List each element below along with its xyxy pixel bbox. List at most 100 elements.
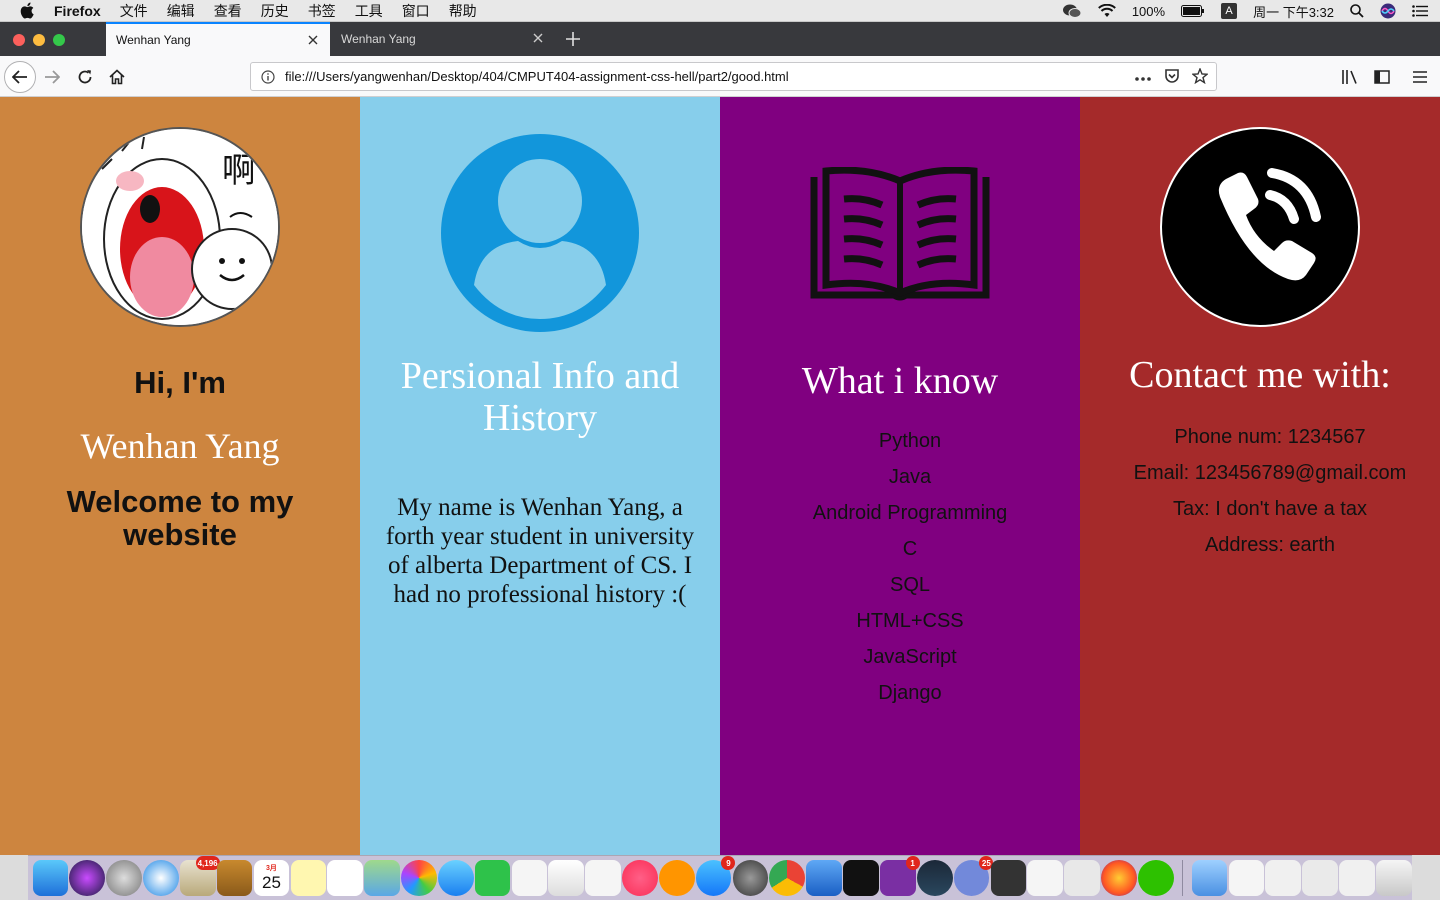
tab-active[interactable]: Wenhan Yang (106, 22, 330, 56)
menu-history[interactable]: 历史 (261, 1, 289, 21)
menu-edit[interactable]: 编辑 (167, 1, 195, 21)
messages-icon[interactable] (437, 860, 474, 896)
site-info-icon[interactable] (261, 69, 275, 84)
books-icon[interactable] (658, 860, 695, 896)
chrome-icon[interactable] (769, 860, 806, 896)
tab-title: Wenhan Yang (116, 33, 191, 47)
menu-window[interactable]: 窗口 (402, 1, 430, 21)
wechat-status-icon[interactable] (1062, 3, 1082, 19)
contact-email: Email: 123456789@gmail.com (1133, 462, 1407, 484)
mail-icon[interactable]: 4,196 (179, 856, 220, 896)
reload-button[interactable] (75, 67, 95, 87)
menu-file[interactable]: 文件 (120, 1, 148, 21)
keynote-icon[interactable] (585, 860, 621, 896)
launchpad-icon[interactable] (106, 860, 142, 896)
back-button[interactable] (4, 61, 36, 93)
menu-view[interactable]: 查看 (214, 1, 242, 21)
contact-column: Contact me with: Phone num: 1234567 Emai… (1080, 97, 1440, 855)
page-actions-icon[interactable] (1134, 70, 1152, 85)
home-button[interactable] (107, 67, 127, 87)
screenshot-stack-icon[interactable] (1339, 860, 1375, 896)
forward-button[interactable] (42, 68, 62, 86)
tab-close-icon[interactable] (531, 31, 545, 45)
user-profile-icon (440, 133, 640, 338)
library-icon[interactable] (1340, 67, 1360, 87)
apple-menu-icon[interactable] (20, 2, 38, 19)
new-tab-button[interactable] (562, 26, 584, 52)
steam-icon[interactable] (916, 860, 953, 896)
list-item: HTML+CSS (856, 610, 964, 632)
numbers-icon[interactable] (548, 860, 585, 896)
screenshot-stack-icon[interactable] (1265, 860, 1302, 896)
sidebar-toggle-icon[interactable] (1372, 67, 1392, 87)
screenshot-stack-icon[interactable] (1302, 860, 1338, 896)
photos-icon[interactable] (401, 860, 437, 896)
input-method-icon[interactable]: A (1221, 3, 1238, 19)
tab-close-icon[interactable] (306, 33, 320, 47)
skills-list: Python Java Android Programming C SQL HT… (730, 429, 1090, 717)
siri-dock-icon[interactable] (69, 860, 106, 896)
facetime-icon[interactable] (474, 860, 511, 896)
maps-icon[interactable] (364, 860, 400, 896)
window-minimize-button[interactable] (33, 34, 45, 46)
url-text[interactable]: file:///Users/yangwenhan/Desktop/404/CMP… (285, 69, 789, 84)
skills-column: What i know Python Java Android Programm… (720, 97, 1080, 855)
menu-help[interactable]: 帮助 (449, 1, 477, 21)
discord-icon[interactable]: 25 (953, 856, 994, 896)
window-close-button[interactable] (13, 34, 25, 46)
intro-column: 啊 Hi, I'm Wenhan Yang Welcome to my webs… (0, 97, 360, 855)
preview-icon[interactable] (1064, 860, 1100, 896)
siri-icon[interactable] (1380, 3, 1396, 19)
onenote-badge: 1 (905, 856, 920, 870)
avatar-caption: 啊 (222, 152, 256, 190)
hamburger-menu-icon[interactable] (1410, 67, 1430, 87)
sublime-text-icon[interactable] (990, 860, 1027, 896)
pocket-icon[interactable] (1164, 68, 1180, 87)
wechat-icon[interactable] (1137, 860, 1174, 896)
tab-inactive[interactable]: Wenhan Yang (331, 22, 555, 56)
trash-icon[interactable] (1375, 860, 1412, 896)
finder-icon[interactable] (32, 860, 69, 896)
system-preferences-icon[interactable] (732, 860, 769, 896)
info-text: My name is Wenhan Yang, a forth year stu… (385, 494, 695, 608)
itunes-icon[interactable] (622, 860, 658, 896)
menu-app-firefox[interactable]: Firefox (54, 3, 101, 19)
textedit-icon[interactable] (1027, 860, 1064, 896)
menubar-clock[interactable]: 周一 下午3:32 (1253, 2, 1334, 21)
pages-icon[interactable] (511, 860, 548, 896)
menu-tools[interactable]: 工具 (355, 1, 383, 21)
list-item: JavaScript (863, 646, 957, 668)
info-title: Persional Info and History (400, 355, 680, 439)
notification-center-icon[interactable] (1412, 5, 1428, 17)
macos-dock: 4,196 3月 25 9 1 25 (28, 855, 1412, 900)
contact-tax: Tax: I don't have a tax (1173, 498, 1367, 520)
menu-bookmarks[interactable]: 书签 (308, 1, 336, 21)
bookmark-star-icon[interactable] (1191, 67, 1209, 87)
wifi-icon[interactable] (1097, 4, 1116, 18)
cartoon-avatar-image: 啊 (80, 127, 280, 327)
calendar-day: 25 (262, 872, 281, 892)
firefox-icon[interactable] (1101, 860, 1137, 896)
document-stack-icon[interactable] (1228, 860, 1265, 896)
url-bar[interactable]: file:///Users/yangwenhan/Desktop/404/CMP… (250, 62, 1217, 91)
applications-folder-icon[interactable] (1191, 860, 1228, 896)
notes-icon[interactable] (290, 860, 327, 896)
contact-phone: Phone num: 1234567 (1174, 426, 1366, 448)
info-column: Persional Info and History My name is We… (360, 97, 720, 855)
battery-icon[interactable] (1181, 5, 1205, 17)
list-item: Python (878, 430, 942, 452)
safari-icon[interactable] (143, 860, 179, 896)
onenote-icon[interactable]: 1 (880, 856, 920, 896)
app-store-icon[interactable]: 9 (695, 856, 736, 896)
list-item: Django (878, 682, 942, 704)
calendar-month: 3月 (266, 864, 277, 872)
window-zoom-button[interactable] (53, 34, 65, 46)
xcode-icon[interactable] (806, 860, 842, 896)
spotlight-search-icon[interactable] (1350, 4, 1364, 18)
contact-title: Contact me with: (1129, 354, 1391, 396)
reminders-icon[interactable] (327, 860, 363, 896)
calendar-icon[interactable]: 3月 25 (253, 860, 290, 896)
terminal-icon[interactable] (843, 860, 879, 896)
notebook-icon[interactable] (216, 860, 253, 896)
contact-address: Address: earth (1204, 534, 1336, 556)
